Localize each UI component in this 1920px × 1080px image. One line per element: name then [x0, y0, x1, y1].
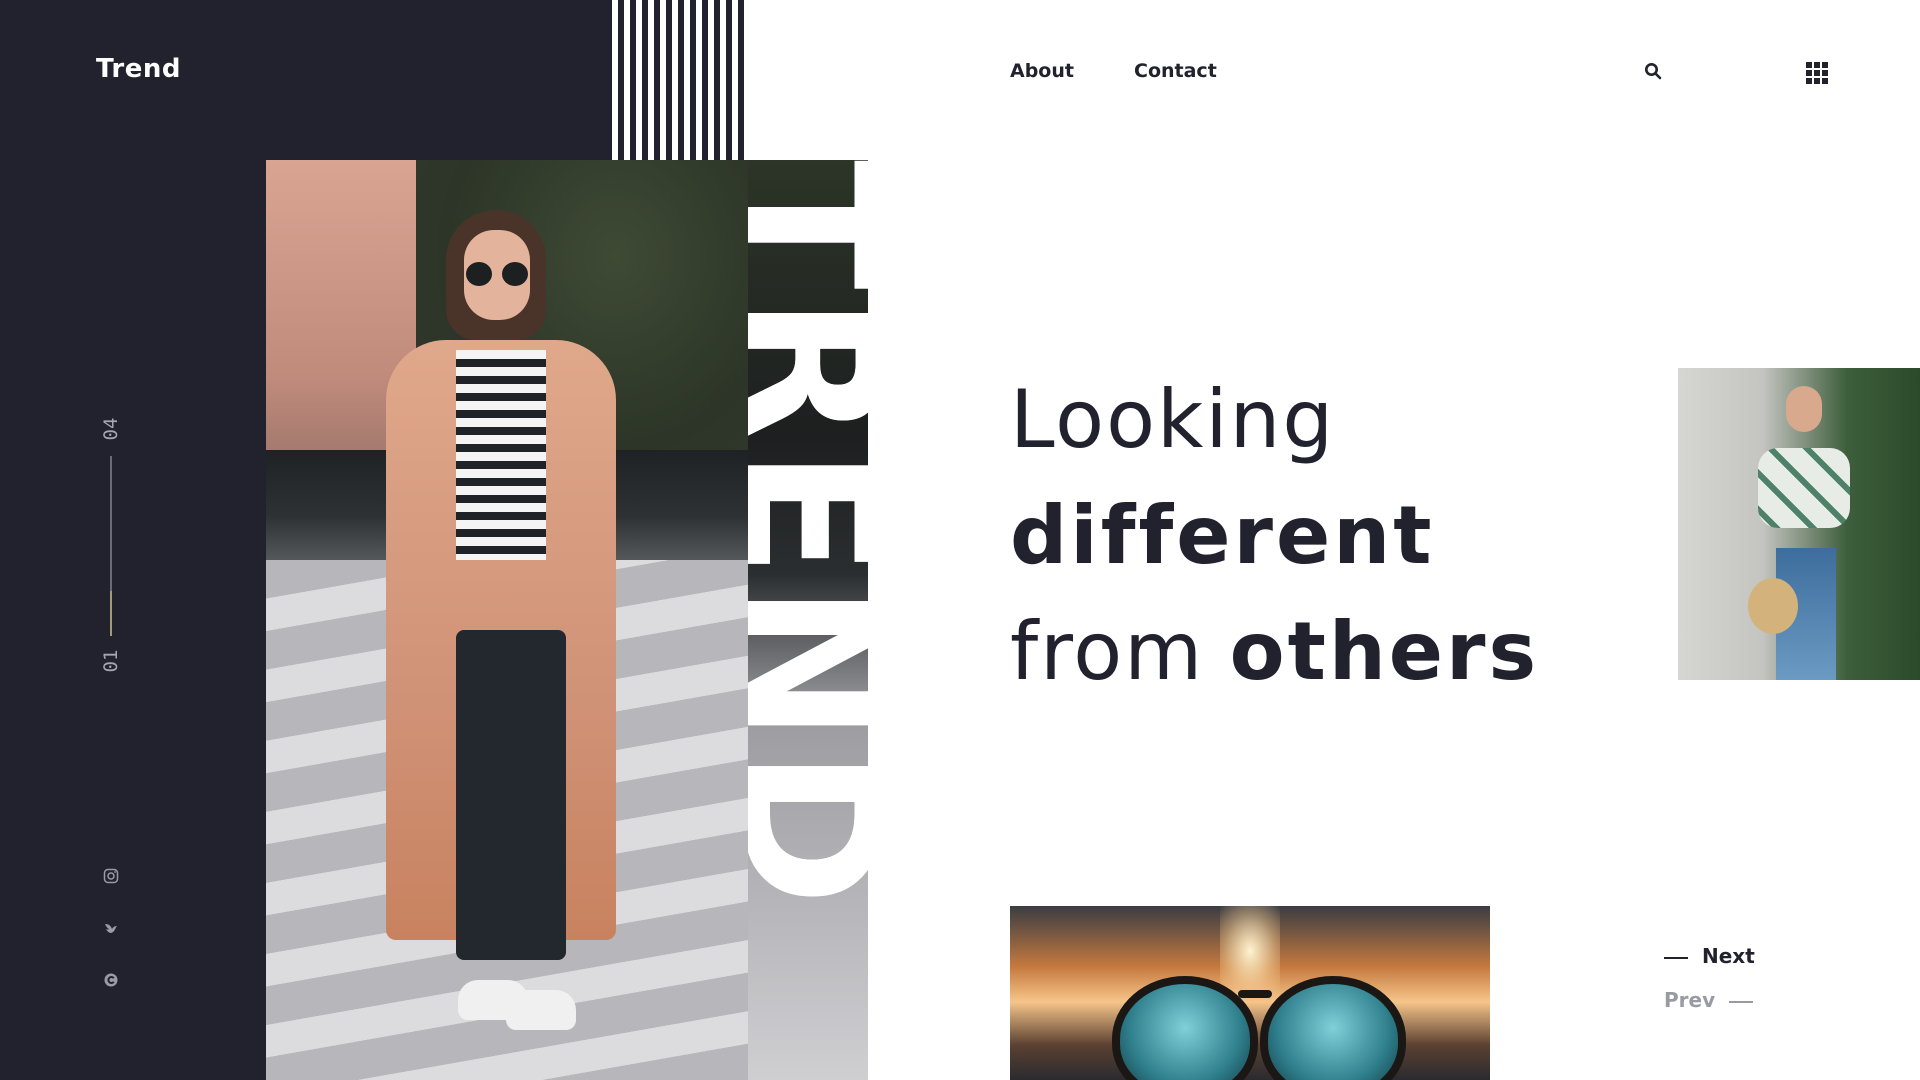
headline-line-3-bold: others [1229, 605, 1540, 698]
slide-progress-fill [110, 591, 112, 636]
social-links [98, 866, 124, 1022]
slide-current: 01 [100, 649, 122, 673]
headline-line-2: different [1010, 489, 1435, 582]
side-fashion-photo [1678, 368, 1920, 680]
brand-logo[interactable]: Trend [96, 54, 181, 84]
slide-total: 04 [100, 417, 122, 441]
vertical-trend-word: TREND [748, 160, 868, 913]
sunglasses-photo [1010, 906, 1490, 1080]
decorative-stripes [612, 0, 748, 160]
search-icon[interactable] [1644, 62, 1662, 80]
instagram-icon[interactable] [98, 866, 124, 892]
prev-button[interactable]: Prev [1664, 988, 1754, 1012]
headline-line-3: from others [1010, 594, 1539, 710]
nav-item-contact[interactable]: Contact [1134, 60, 1217, 82]
next-dash [1664, 956, 1688, 959]
twitter-icon[interactable] [98, 918, 124, 944]
headline-line-3-light: from [1010, 605, 1205, 698]
next-button[interactable]: Next [1664, 944, 1755, 968]
hero-fashion-photo [266, 160, 748, 1080]
hero-headline: Looking different from others [1010, 362, 1539, 710]
slide-counter: 04 01 [96, 410, 126, 680]
pinterest-icon[interactable] [98, 970, 124, 996]
grid-menu-icon[interactable] [1806, 62, 1828, 84]
next-label: Next [1702, 944, 1755, 968]
headline-line-1: Looking [1010, 373, 1336, 466]
prev-label: Prev [1664, 988, 1716, 1012]
nav-item-about[interactable]: About [1010, 60, 1074, 82]
prev-dash [1729, 1000, 1754, 1003]
